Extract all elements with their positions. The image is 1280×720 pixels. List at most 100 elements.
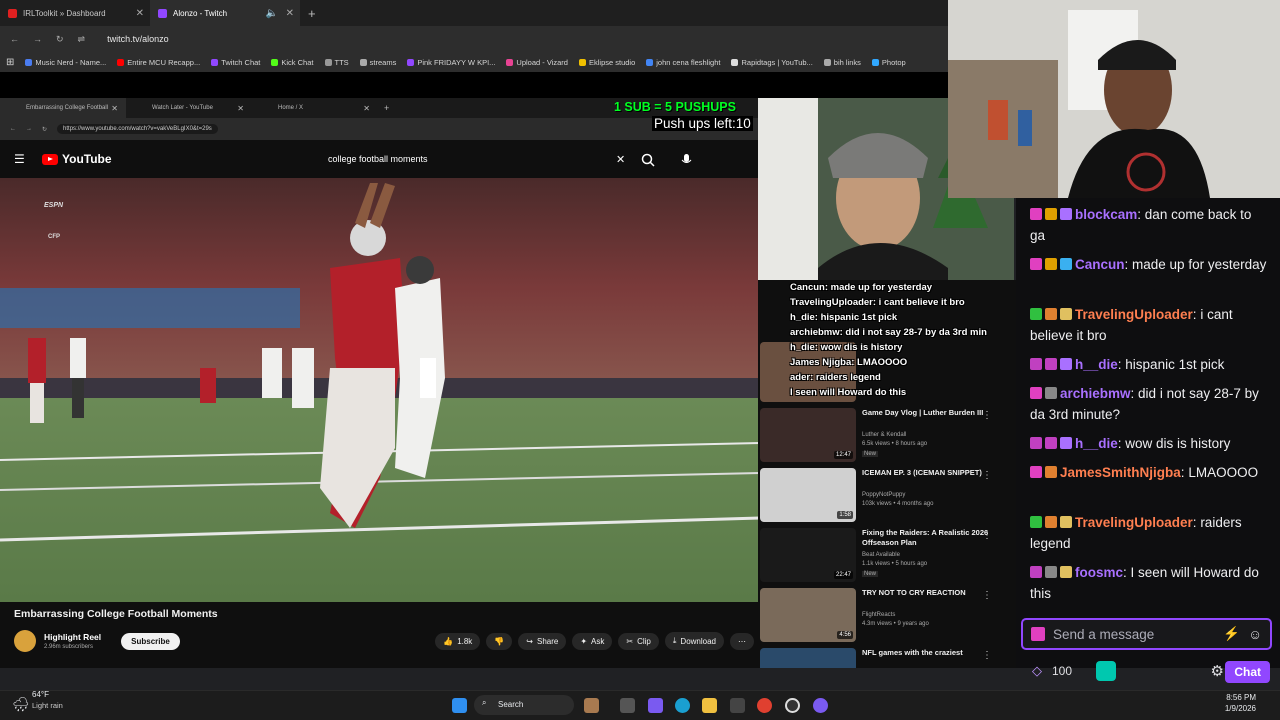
chrome-icon[interactable] [757, 698, 772, 713]
obs-icon[interactable] [785, 698, 800, 713]
video-channel[interactable]: Luther & Kendall [862, 432, 906, 438]
chat-badge-icon[interactable] [1030, 358, 1042, 370]
url-field[interactable]: twitch.tv/alonzo [107, 34, 169, 44]
bookmark-item[interactable]: Music Nerd - Name... [25, 58, 106, 67]
chat-badge-icon[interactable] [1045, 387, 1057, 399]
clip-button[interactable]: ✂ Clip [618, 632, 659, 650]
chat-username[interactable]: TravelingUploader [1075, 307, 1193, 322]
chat-username[interactable]: foosmc [1075, 565, 1123, 580]
like-button[interactable]: 👍 1.8k [435, 632, 481, 650]
chat-badge-icon[interactable] [1045, 358, 1057, 370]
bookmark-item[interactable]: Twitch Chat [211, 58, 260, 67]
microphone-icon[interactable] [684, 154, 689, 162]
weather-icon[interactable]: 🌧 [12, 696, 30, 713]
chat-badge-icon[interactable] [1060, 208, 1072, 220]
chat-badge-icon[interactable] [1045, 566, 1057, 578]
back-icon[interactable]: ← [10, 126, 16, 132]
chat-badge-icon[interactable] [1060, 258, 1072, 270]
tab-irltoolkit[interactable]: IRLToolkit » Dashboard ✕ [0, 0, 150, 26]
chat-badge-icon[interactable] [1030, 466, 1042, 478]
download-button[interactable]: ⤓ Download [664, 632, 724, 650]
chat-badge-icon[interactable] [1045, 466, 1057, 478]
chat-username[interactable]: blockcam [1075, 207, 1137, 222]
youtube-logo[interactable]: YouTube [42, 152, 112, 166]
channel-avatar[interactable] [14, 630, 36, 652]
chat-badge-icon[interactable] [1030, 516, 1042, 528]
recommended-video[interactable]: NFL games with the craziest ⋮ [758, 646, 1016, 668]
tab-alonzo-twitch[interactable]: Alonzo - Twitch 🔈 ✕ [150, 0, 300, 26]
video-title[interactable]: TRY NOT TO CRY REACTION [862, 588, 998, 598]
recommended-video[interactable]: 12:47 Game Day Vlog | Luther Burden III Lu… [758, 406, 1016, 466]
video-title[interactable]: NFL games with the craziest [862, 648, 998, 658]
start-button-icon[interactable] [452, 698, 467, 713]
bookmark-item[interactable]: Rapidtags | YouTub... [731, 58, 813, 67]
bookmark-item[interactable]: Eklipse studio [578, 58, 635, 67]
chat-badge-icon[interactable] [1060, 516, 1072, 528]
video-thumbnail[interactable] [760, 648, 856, 668]
chat-message-input[interactable]: Send a message ⚡ ☺ [1021, 618, 1272, 650]
chat-badge-icon[interactable] [1045, 437, 1057, 449]
discord-icon[interactable] [813, 698, 828, 713]
chat-username[interactable]: JamesSmithNjigba [1060, 465, 1181, 480]
chat-badge-icon[interactable] [1045, 208, 1057, 220]
bookmark-item[interactable]: Kick Chat [271, 58, 314, 67]
video-title[interactable]: Fixing the Raiders: A Realistic 2026 Off… [862, 528, 998, 548]
settings-gear-icon[interactable]: ⚙ [1211, 662, 1224, 680]
reload-icon[interactable]: ↻ [42, 126, 47, 133]
chat-badge-icon[interactable] [1060, 308, 1072, 320]
chat-badge-icon[interactable] [1060, 566, 1072, 578]
chat-badge-icon[interactable] [1045, 308, 1057, 320]
search-icon[interactable] [641, 153, 653, 165]
new-tab-button[interactable]: + [308, 6, 316, 21]
more-options-icon[interactable]: ⋮ [982, 530, 992, 541]
forward-icon[interactable]: → [33, 34, 42, 44]
video-channel[interactable]: PoppyNotPuppy [862, 492, 905, 498]
close-icon[interactable]: ✕ [136, 8, 144, 19]
chat-badge-icon[interactable] [1045, 258, 1057, 270]
close-icon[interactable]: ✕ [363, 104, 370, 113]
copilot-icon[interactable] [648, 698, 663, 713]
ask-button[interactable]: ✦ Ask [572, 632, 613, 650]
site-info-icon[interactable]: ⇌ [78, 34, 86, 45]
video-channel[interactable]: FlightReacts [862, 612, 895, 618]
more-options-icon[interactable]: ⋮ [982, 590, 992, 601]
channel-name[interactable]: Highlight Reel [44, 632, 101, 642]
chat-badge-icon[interactable] [1030, 566, 1042, 578]
bookmark-item[interactable]: Upload - Vizard [506, 58, 568, 67]
bookmark-item[interactable]: Photop [871, 58, 906, 67]
bookmark-item[interactable]: john cena fleshlight [646, 58, 720, 67]
emote-picker-icon[interactable]: ☺ [1248, 627, 1262, 642]
video-title[interactable]: Game Day Vlog | Luther Burden III [862, 408, 998, 418]
chat-badge-icon[interactable] [1030, 437, 1042, 449]
video-thumbnail[interactable]: 22:47 [760, 528, 856, 582]
back-icon[interactable]: ← [10, 34, 19, 44]
more-options-icon[interactable]: ⋮ [982, 650, 992, 661]
recommended-video[interactable]: 4:56 TRY NOT TO CRY REACTION FlightReacts 4… [758, 586, 1016, 646]
edge-icon[interactable] [675, 698, 690, 713]
apps-icon[interactable]: ⊞ [6, 57, 14, 68]
close-icon[interactable]: ✕ [286, 8, 294, 19]
close-icon[interactable]: ✕ [111, 104, 118, 113]
recommended-video[interactable]: 22:47 Fixing the Raiders: A Realistic 202… [758, 526, 1016, 586]
task-view-icon[interactable] [620, 698, 635, 713]
video-channel[interactable]: Beat Available [862, 552, 900, 558]
chat-badge-icon[interactable] [1030, 258, 1042, 270]
bookmark-item[interactable]: streams [359, 58, 396, 67]
search-highlight-icon[interactable] [584, 698, 599, 713]
new-tab-button[interactable]: + [384, 103, 389, 113]
video-thumbnail[interactable]: 4:56 [760, 588, 856, 642]
bookmark-item[interactable]: TTS [324, 58, 349, 67]
dislike-button[interactable]: 👎 [486, 632, 513, 650]
mute-icon[interactable]: 🔈 [266, 8, 278, 19]
taskbar-search-box[interactable]: ⌕ Search [474, 695, 574, 715]
video-title[interactable]: ICEMAN EP. 3 (ICEMAN SNIPPET) [862, 468, 998, 478]
chat-username[interactable]: Cancun [1075, 257, 1125, 272]
chat-badge-icon[interactable] [1030, 208, 1042, 220]
bonus-chest-icon[interactable] [1096, 661, 1116, 681]
youtube-search-input[interactable]: college football moments ✕ [322, 148, 634, 170]
more-options-button[interactable]: ⋯ [730, 632, 754, 650]
chat-badge-icon[interactable] [1030, 308, 1042, 320]
video-thumbnail[interactable]: 1:58 [760, 468, 856, 522]
bookmark-item[interactable]: bih links [823, 58, 861, 67]
forward-icon[interactable]: → [26, 126, 32, 132]
